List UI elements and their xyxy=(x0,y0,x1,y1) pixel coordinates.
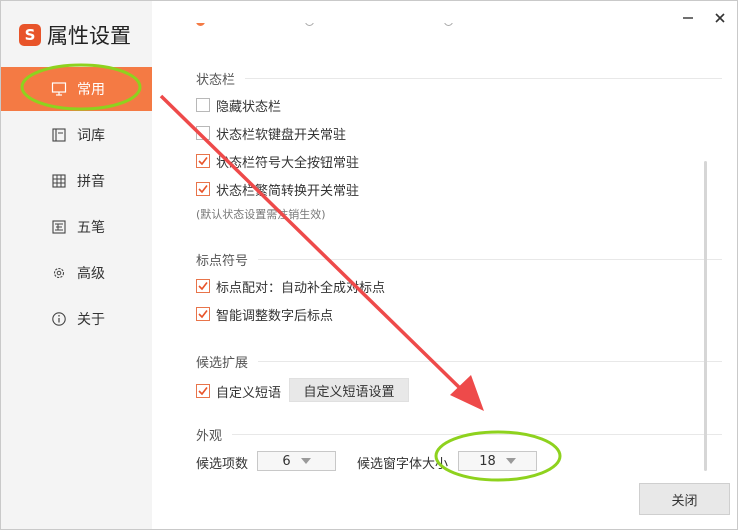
font-size-label: 候选窗字体大小 xyxy=(357,457,449,472)
select-value: 6 xyxy=(282,453,291,469)
sidebar-item-common[interactable]: 常用 xyxy=(1,67,152,111)
sidebar-item-dictionary[interactable]: 词库 xyxy=(1,113,152,157)
candidate-count-select[interactable]: 6 xyxy=(257,451,336,471)
option-smart-digit-punct[interactable]: 智能调整数字后标点 xyxy=(196,304,333,324)
option-label: 状态栏软键盘开关常驻 xyxy=(216,127,347,143)
option-symbol-button-pinned[interactable]: 状态栏符号大全按钮常驻 xyxy=(196,151,359,171)
checkbox-checked[interactable] xyxy=(196,384,210,398)
section-candidate-extension: 候选扩展 xyxy=(196,352,722,371)
checkbox[interactable] xyxy=(196,126,210,140)
check-icon xyxy=(198,310,208,319)
custom-phrase-settings-button[interactable]: 自定义短语设置 xyxy=(289,378,409,402)
wubi-icon xyxy=(49,217,69,237)
option-auto-pair-punct[interactable]: 标点配对：自动补全成对标点 xyxy=(196,276,385,296)
option-convert-pinned[interactable]: 状态栏繁简转换开关常驻 xyxy=(196,179,359,199)
check-icon xyxy=(198,185,208,194)
section-title: 状态栏 xyxy=(196,73,236,88)
sidebar-item-pinyin[interactable]: 拼音 xyxy=(1,159,152,203)
window-title: 属性设置 xyxy=(47,24,131,48)
section-status-bar: 状态栏 xyxy=(196,69,722,88)
sidebar-item-label: 高级 xyxy=(77,266,105,282)
pinyin-grid-icon xyxy=(49,171,69,191)
option-hide-status-bar[interactable]: 隐藏状态栏 xyxy=(196,95,281,115)
section-punctuation: 标点符号 xyxy=(196,250,722,269)
section-appearance: 外观 xyxy=(196,425,722,444)
gear-icon xyxy=(49,263,69,283)
checkbox-checked[interactable] xyxy=(196,182,210,196)
sogou-logo-icon: S xyxy=(19,24,41,46)
divider xyxy=(245,78,722,79)
scrolled-out-option-row xyxy=(196,23,596,41)
dictionary-icon xyxy=(49,125,69,145)
divider xyxy=(258,361,722,362)
checkbox-checked[interactable] xyxy=(196,154,210,168)
sidebar-item-advanced[interactable]: 高级 xyxy=(1,251,152,295)
checkbox-checked[interactable] xyxy=(196,279,210,293)
minimize-button[interactable] xyxy=(677,7,699,29)
radio-icon xyxy=(444,23,454,26)
vertical-scrollbar[interactable] xyxy=(704,161,707,471)
info-icon xyxy=(49,309,69,329)
status-bar-note: (默认状态设置需注销生效) xyxy=(196,208,326,221)
checkbox[interactable] xyxy=(196,98,210,112)
close-icon xyxy=(715,13,725,23)
sidebar-item-about[interactable]: 关于 xyxy=(1,297,152,341)
radio-icon xyxy=(196,23,205,26)
check-icon xyxy=(198,282,208,291)
section-title: 候选扩展 xyxy=(196,356,249,371)
sidebar-item-label: 词库 xyxy=(77,128,105,144)
option-label: 自定义短语 xyxy=(216,385,282,401)
chevron-down-icon xyxy=(300,458,311,464)
option-label: 状态栏符号大全按钮常驻 xyxy=(216,155,360,171)
check-icon xyxy=(198,387,208,396)
minimize-icon xyxy=(683,17,693,19)
settings-window: S 属性设置 常用 词库 拼音 五笔 高级 关于 状态栏 隐藏状态栏 状态栏软键… xyxy=(0,0,738,530)
checkbox-checked[interactable] xyxy=(196,307,210,321)
sidebar-item-label: 关于 xyxy=(77,312,105,328)
option-label: 隐藏状态栏 xyxy=(216,99,282,115)
settings-content: 状态栏 隐藏状态栏 状态栏软键盘开关常驻 状态栏符号大全按钮常驻 状态栏繁简转换… xyxy=(152,1,737,529)
option-custom-phrase[interactable]: 自定义短语 xyxy=(196,381,281,401)
divider xyxy=(258,259,722,260)
candidate-count-label: 候选项数 xyxy=(196,457,249,472)
section-title: 外观 xyxy=(196,429,223,444)
check-icon xyxy=(198,157,208,166)
font-size-select[interactable]: 18 xyxy=(458,451,537,471)
radio-icon xyxy=(305,23,315,26)
option-label: 标点配对：自动补全成对标点 xyxy=(216,280,386,296)
brand: S 属性设置 xyxy=(19,19,131,51)
monitor-icon xyxy=(49,79,69,99)
select-value: 18 xyxy=(479,453,496,469)
close-window-button[interactable] xyxy=(709,7,731,29)
option-label: 状态栏繁简转换开关常驻 xyxy=(216,183,360,199)
section-title: 标点符号 xyxy=(196,254,249,269)
sidebar-item-label: 拼音 xyxy=(77,174,105,190)
option-soft-keyboard-pinned[interactable]: 状态栏软键盘开关常驻 xyxy=(196,123,346,143)
sidebar-item-label: 常用 xyxy=(77,82,105,98)
option-label: 智能调整数字后标点 xyxy=(216,308,334,324)
sidebar-item-wubi[interactable]: 五笔 xyxy=(1,205,152,249)
chevron-down-icon xyxy=(505,458,516,464)
sidebar-item-label: 五笔 xyxy=(77,220,105,236)
divider xyxy=(232,434,722,435)
sidebar: S 属性设置 常用 词库 拼音 五笔 高级 关于 xyxy=(1,1,152,529)
close-button[interactable]: 关闭 xyxy=(639,483,730,515)
